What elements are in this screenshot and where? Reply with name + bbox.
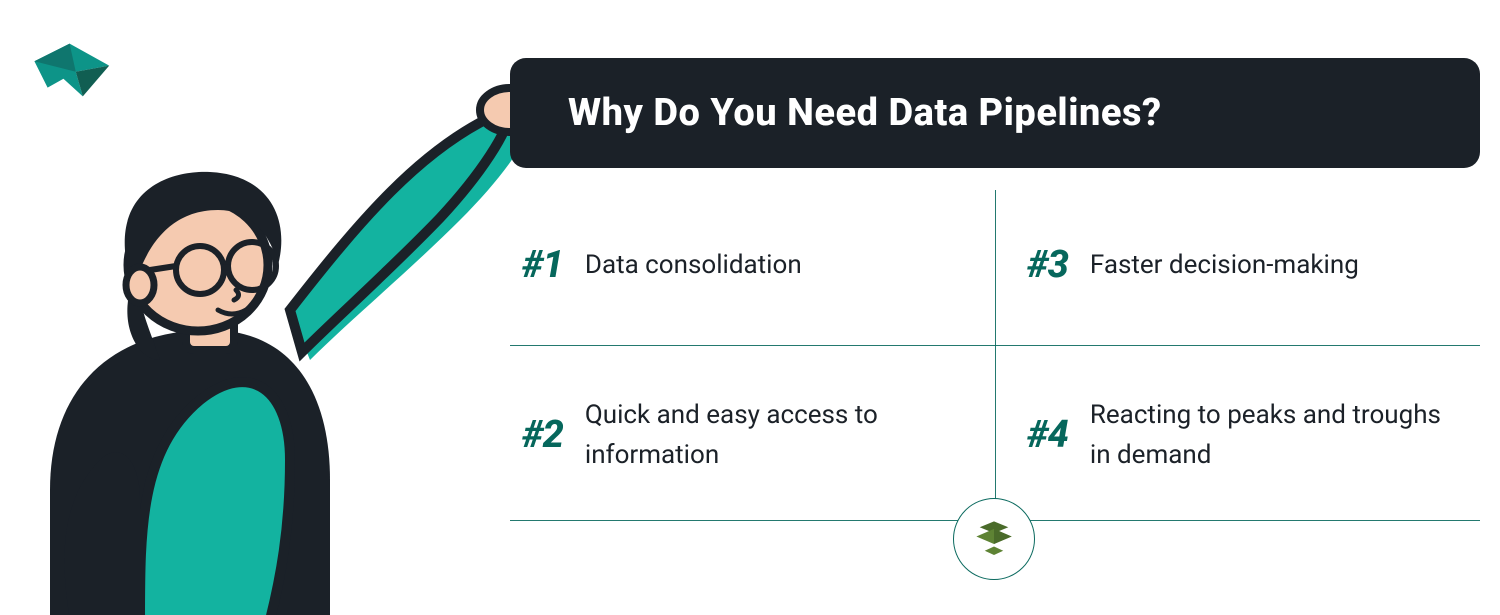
reason-item-3: #3 Faster decision-making (995, 190, 1480, 340)
reason-number: #3 (1027, 243, 1068, 287)
title-panel: Why Do You Need Data Pipelines? (510, 58, 1480, 168)
reason-text: Quick and easy access to information (585, 395, 975, 476)
reason-item-1: #1 Data consolidation (510, 190, 995, 340)
reason-number: #2 (522, 413, 563, 457)
reason-number: #4 (1027, 413, 1068, 457)
reason-item-4: #4 Reacting to peaks and troughs in dema… (995, 360, 1480, 510)
person-holding-sign (0, 60, 550, 615)
reason-text: Data consolidation (585, 245, 802, 285)
page-title: Why Do You Need Data Pipelines? (568, 91, 1162, 135)
stack-layers-icon (953, 498, 1035, 580)
grid-divider-horizontal (510, 345, 1480, 346)
infographic-canvas: Why Do You Need Data Pipelines? #1 Data … (0, 0, 1500, 615)
reason-text: Reacting to peaks and troughs in demand (1090, 395, 1460, 476)
reasons-grid: #1 Data consolidation #2 Quick and easy … (510, 190, 1480, 530)
reason-text: Faster decision-making (1090, 245, 1359, 285)
reason-item-2: #2 Quick and easy access to information (510, 360, 995, 510)
reason-number: #1 (522, 243, 563, 287)
